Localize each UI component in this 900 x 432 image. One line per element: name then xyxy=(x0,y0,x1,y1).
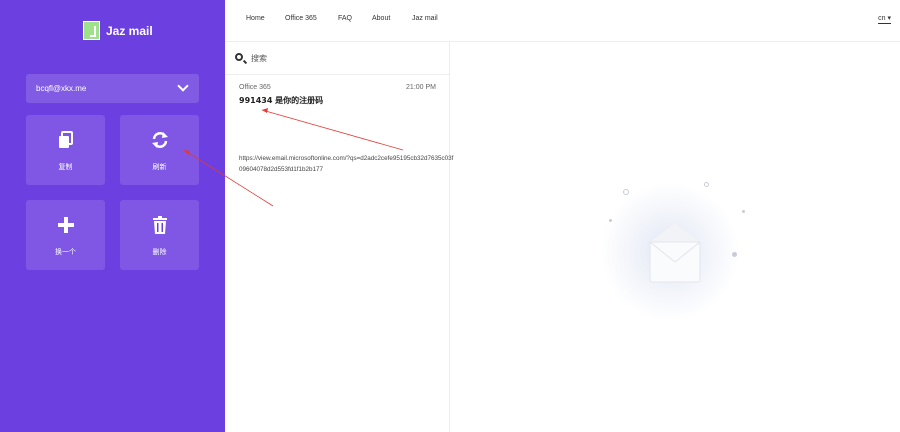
annotation-arrows xyxy=(183,108,404,207)
annotation-arrow xyxy=(183,149,274,207)
annotation-arrow xyxy=(261,108,404,151)
